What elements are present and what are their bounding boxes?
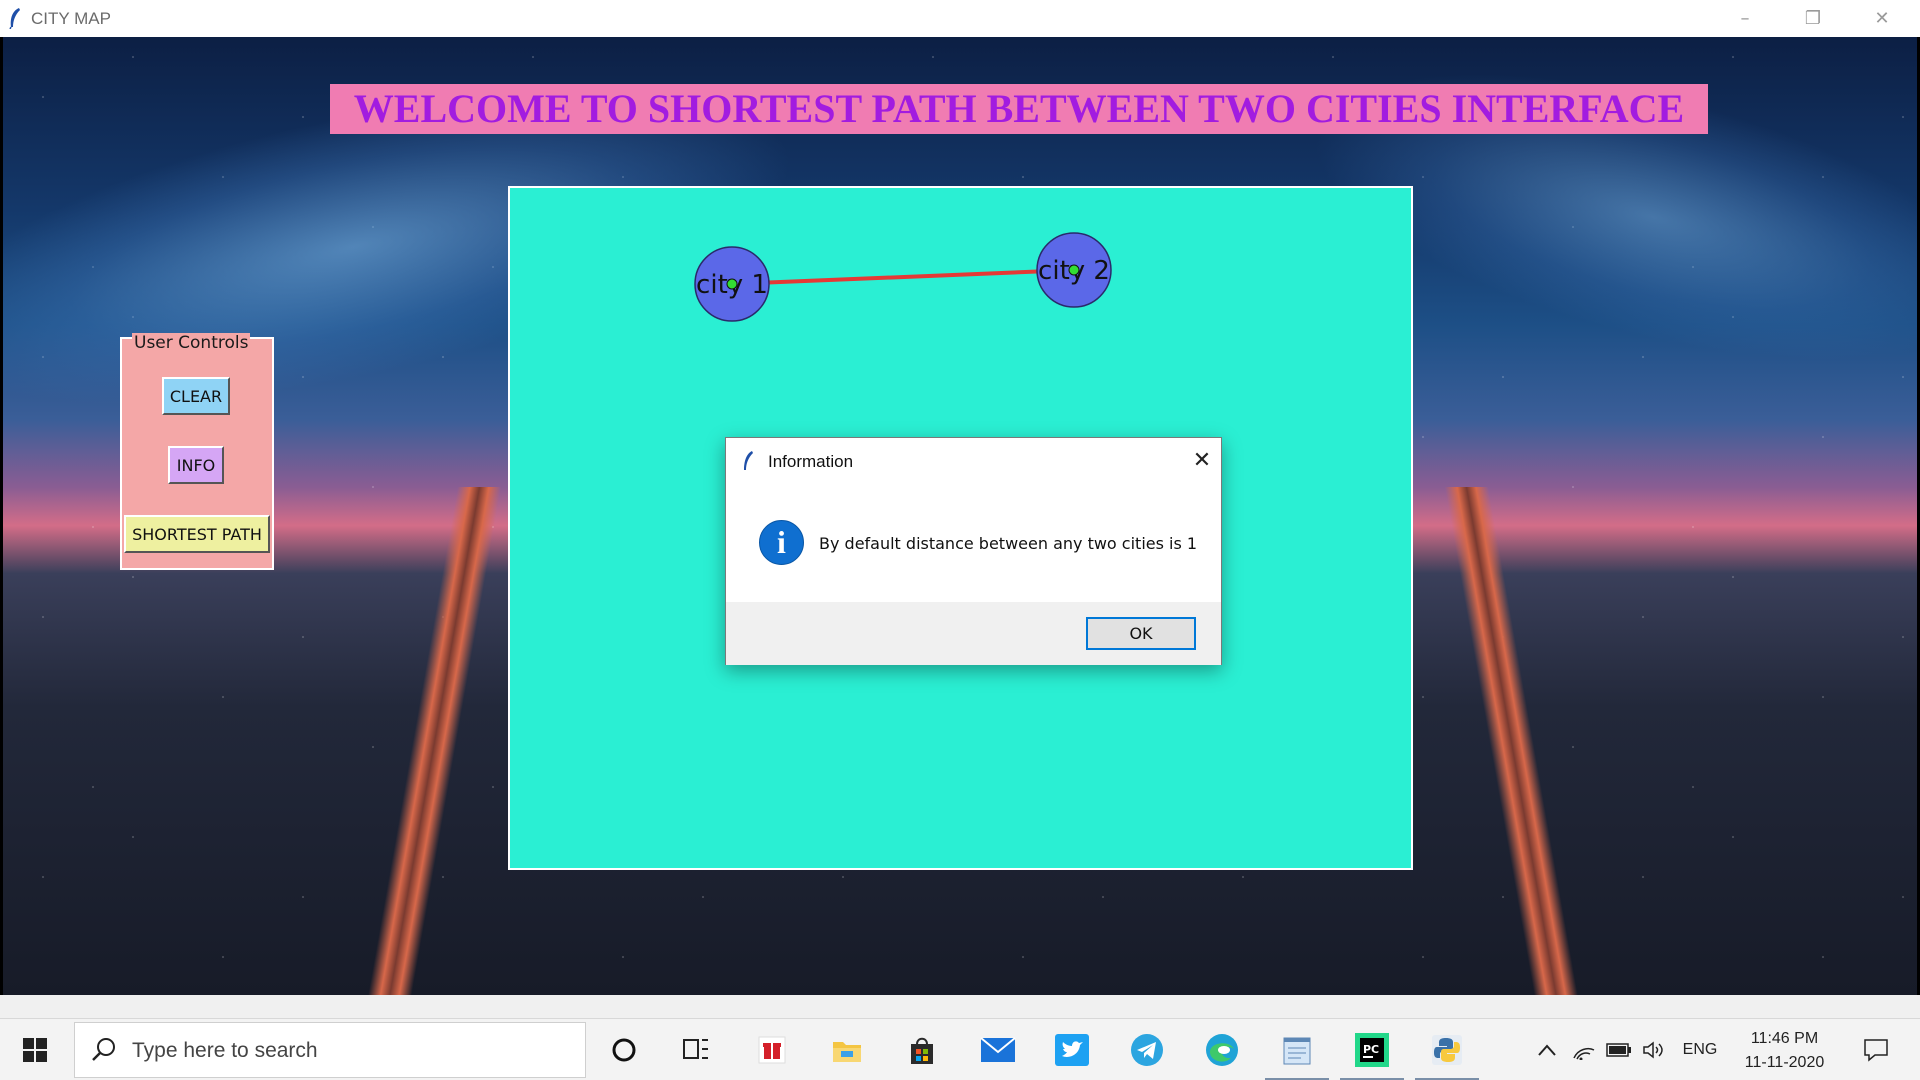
cortana-button[interactable] (588, 1019, 660, 1080)
city-node-2-anchor (1068, 264, 1080, 276)
city-node-1-anchor (726, 278, 738, 290)
windows-icon (23, 1038, 47, 1062)
twitter-icon (1055, 1034, 1089, 1066)
clock-date: 11-11-2020 (1744, 1054, 1825, 1071)
clock[interactable]: 11:46 PM 11-11-2020 (1732, 1027, 1837, 1075)
restore-icon: ❐ (1804, 8, 1822, 29)
title-bar: CITY MAP – ❐ ✕ (0, 0, 1920, 37)
telegram-button[interactable] (1111, 1019, 1183, 1080)
network-button[interactable] (1570, 1019, 1598, 1080)
task-view-icon (683, 1039, 708, 1059)
volume-button[interactable] (1640, 1019, 1668, 1080)
chevron-up-icon (1538, 1044, 1556, 1056)
user-controls-legend: User Controls (132, 333, 251, 353)
language-indicator[interactable]: ENG (1676, 1019, 1724, 1080)
road-right (1393, 487, 1613, 995)
store-icon (911, 1037, 933, 1064)
telegram-icon (1131, 1034, 1163, 1066)
restore-button[interactable]: ❐ (1780, 0, 1846, 37)
shortest-path-button[interactable]: SHORTEST PATH (124, 515, 270, 553)
edge-button[interactable] (1186, 1019, 1258, 1080)
svg-text:PC: PC (1363, 1043, 1379, 1056)
search-placeholder: Type here to search (132, 1039, 318, 1062)
file-explorer-icon (833, 1042, 861, 1062)
notification-icon (1864, 1039, 1888, 1062)
ok-button[interactable]: OK (1086, 617, 1196, 650)
pycharm-icon: PC (1355, 1033, 1389, 1067)
clock-time: 11:46 PM (1750, 1030, 1819, 1047)
info-button[interactable]: INFO (168, 446, 224, 484)
info-icon: i (759, 520, 804, 565)
start-button[interactable] (0, 1019, 70, 1080)
task-view-button[interactable] (660, 1019, 732, 1080)
python-icon (1432, 1035, 1462, 1065)
taskbar: Type here to search PC ENG 11:46 PM 11-1… (0, 1018, 1920, 1080)
mail-icon (980, 1037, 1016, 1062)
notepad-button[interactable] (1261, 1019, 1333, 1080)
speaker-icon (1643, 1041, 1663, 1059)
close-icon: ✕ (1874, 8, 1890, 29)
edge-icon (1206, 1034, 1238, 1066)
search-icon (92, 1038, 115, 1061)
window-bottom-strip (0, 995, 1920, 1018)
minimize-button[interactable]: – (1712, 0, 1778, 37)
dialog-title: Information (768, 452, 854, 471)
wifi-icon (1573, 1047, 1595, 1060)
information-dialog: Information ✕ i By default distance betw… (725, 437, 1222, 665)
show-hidden-icons-button[interactable] (1534, 1019, 1560, 1080)
store-button[interactable] (886, 1019, 958, 1080)
mail-button[interactable] (962, 1019, 1034, 1080)
minimize-icon: – (1740, 8, 1750, 29)
pycharm-button[interactable]: PC (1336, 1019, 1408, 1080)
gift-app-button[interactable] (736, 1019, 808, 1080)
file-explorer-button[interactable] (811, 1019, 883, 1080)
city-node-2[interactable]: city 2 (1036, 232, 1112, 308)
cortana-icon (612, 1038, 636, 1062)
welcome-banner: WELCOME TO SHORTEST PATH BETWEEN TWO CIT… (330, 84, 1708, 134)
taskbar-search-box[interactable]: Type here to search (74, 1022, 586, 1078)
edge-city1-city2 (731, 268, 1075, 286)
gift-icon (758, 1036, 786, 1064)
close-button[interactable]: ✕ (1849, 0, 1915, 37)
feather-icon (9, 8, 20, 29)
dialog-message: By default distance between any two citi… (819, 534, 1198, 553)
city-node-1[interactable]: city 1 (694, 246, 770, 322)
close-icon: ✕ (1192, 447, 1212, 473)
dialog-close-button[interactable]: ✕ (1188, 446, 1216, 474)
battery-button[interactable] (1604, 1019, 1634, 1080)
clear-button[interactable]: CLEAR (162, 377, 230, 415)
user-controls-panel: User Controls CLEAR INFO SHORTEST PATH (120, 333, 274, 570)
battery-icon (1606, 1043, 1631, 1057)
notepad-icon (1283, 1037, 1311, 1065)
window-title: CITY MAP (31, 9, 111, 28)
twitter-button[interactable] (1036, 1019, 1108, 1080)
action-center-button[interactable] (1848, 1019, 1904, 1080)
feather-icon (744, 451, 753, 470)
python-button[interactable] (1411, 1019, 1483, 1080)
